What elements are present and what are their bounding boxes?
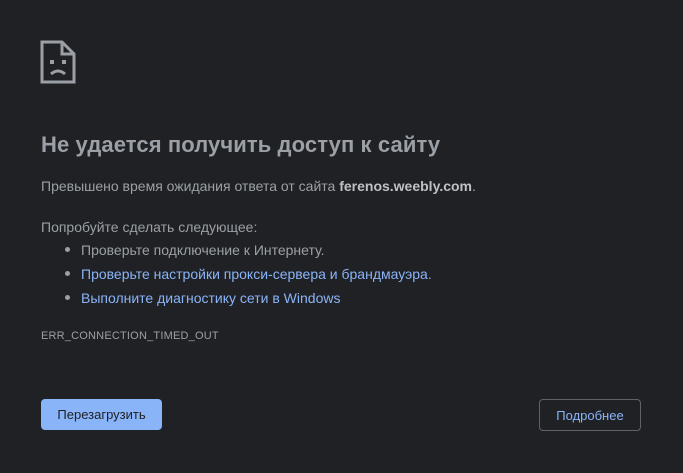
suggestions-heading: Попробуйте сделать следующее: xyxy=(41,219,258,235)
timeout-suffix: . xyxy=(472,178,476,194)
suggestion-run-diagnostics: Выполните диагностику сети в Windows xyxy=(65,289,432,313)
suggestion-check-connection: Проверьте подключение к Интернету. xyxy=(65,241,432,265)
page-title: Не удается получить доступ к сайту xyxy=(41,132,441,157)
site-host: ferenos.weebly.com xyxy=(339,178,472,194)
windows-diagnostics-link[interactable]: Выполните диагностику сети в Windows xyxy=(81,290,340,306)
proxy-firewall-link[interactable]: Проверьте настройки прокси-сервера и бра… xyxy=(81,266,428,282)
timeout-prefix: Превышено время ожидания ответа от сайта xyxy=(41,178,340,194)
suggestions-list: Проверьте подключение к Интернету. Прове… xyxy=(65,241,432,313)
reload-button[interactable]: Перезагрузить xyxy=(41,399,162,430)
sad-page-icon xyxy=(40,40,76,84)
error-page: Не удается получить доступ к сайту Превы… xyxy=(0,0,683,473)
error-code: ERR_CONNECTION_TIMED_OUT xyxy=(41,330,219,342)
timeout-message: Превышено время ожидания ответа от сайта… xyxy=(41,178,476,194)
suggestion-trailing-period: . xyxy=(427,266,432,282)
details-button[interactable]: Подробнее xyxy=(539,399,641,431)
suggestion-text: Проверьте подключение к Интернету. xyxy=(81,242,325,258)
suggestion-check-proxy: Проверьте настройки прокси-сервера и бра… xyxy=(65,265,432,289)
